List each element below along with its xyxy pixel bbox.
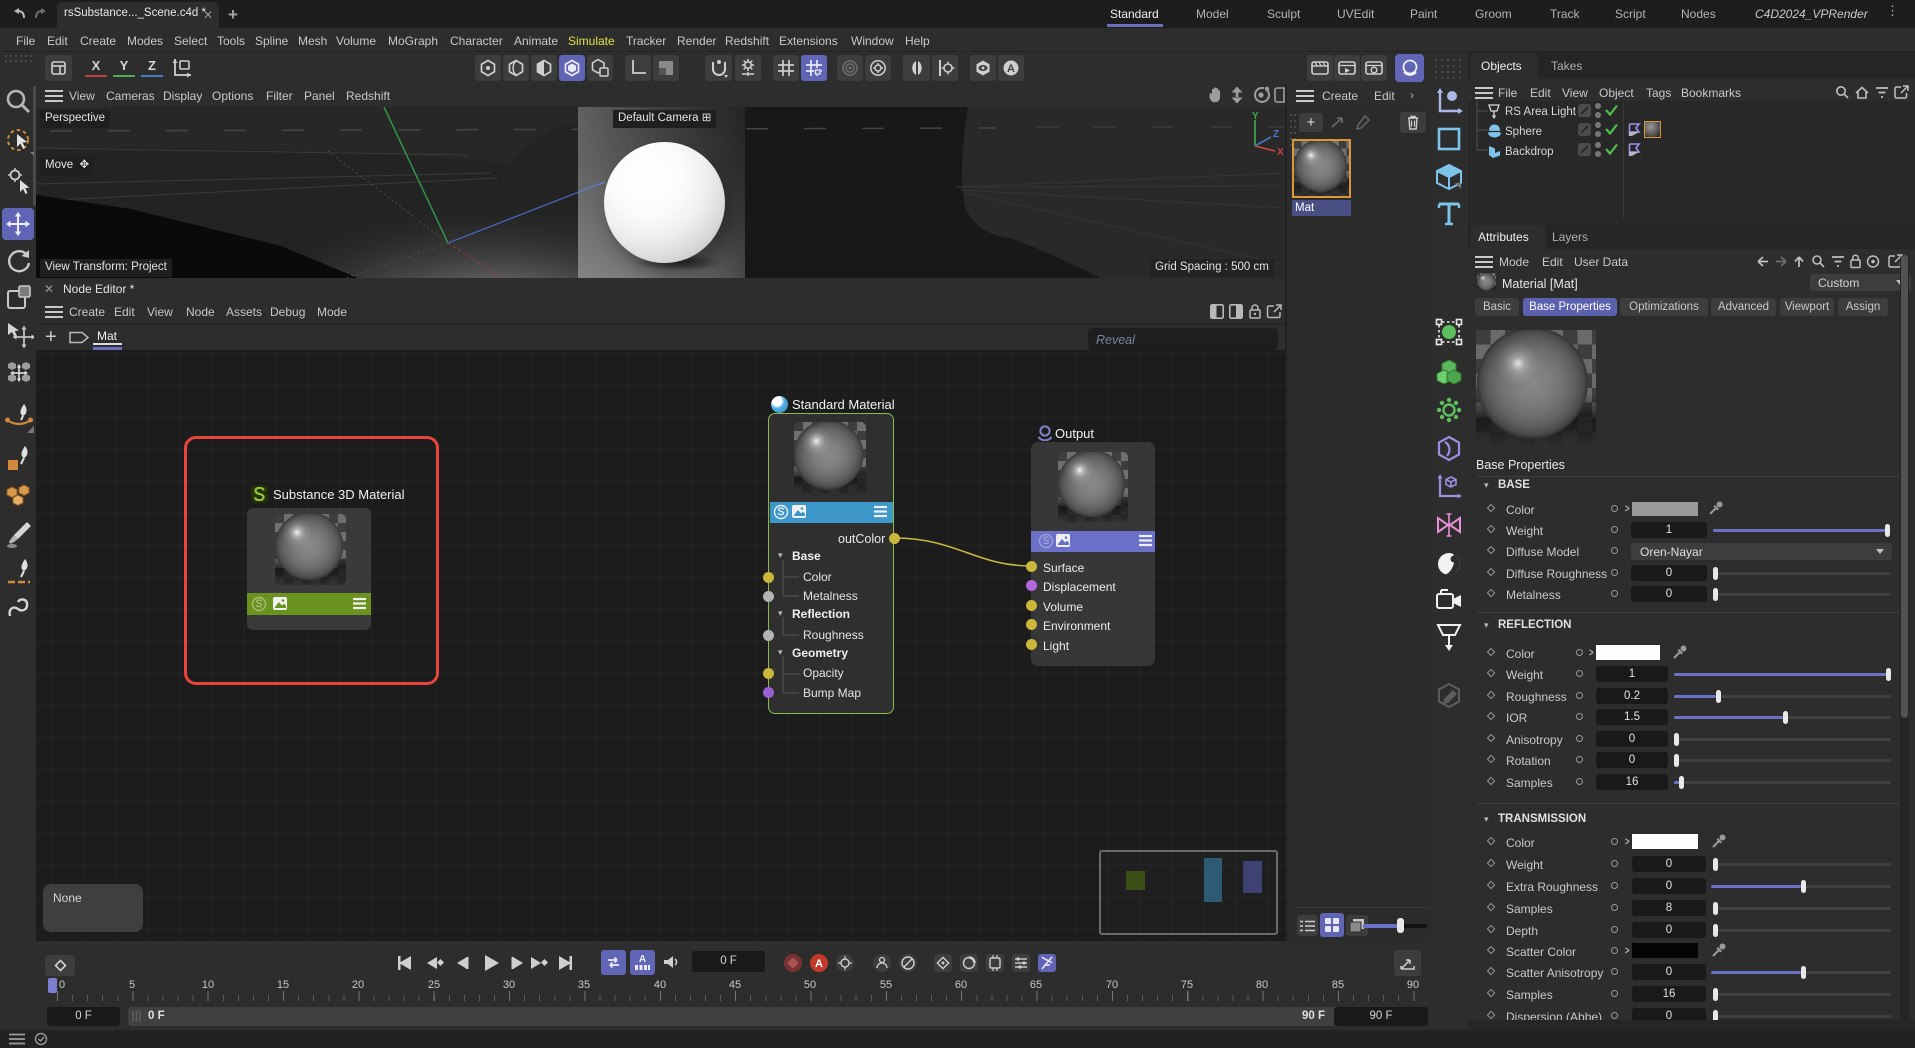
svg-text:A: A [639,954,646,965]
svg-text:Y: Y [1252,111,1259,122]
svg-text:X: X [1277,147,1284,156]
svg-text:Z: Z [1273,129,1279,140]
svg-text:A: A [815,958,823,970]
svg-text:A: A [1007,63,1015,75]
